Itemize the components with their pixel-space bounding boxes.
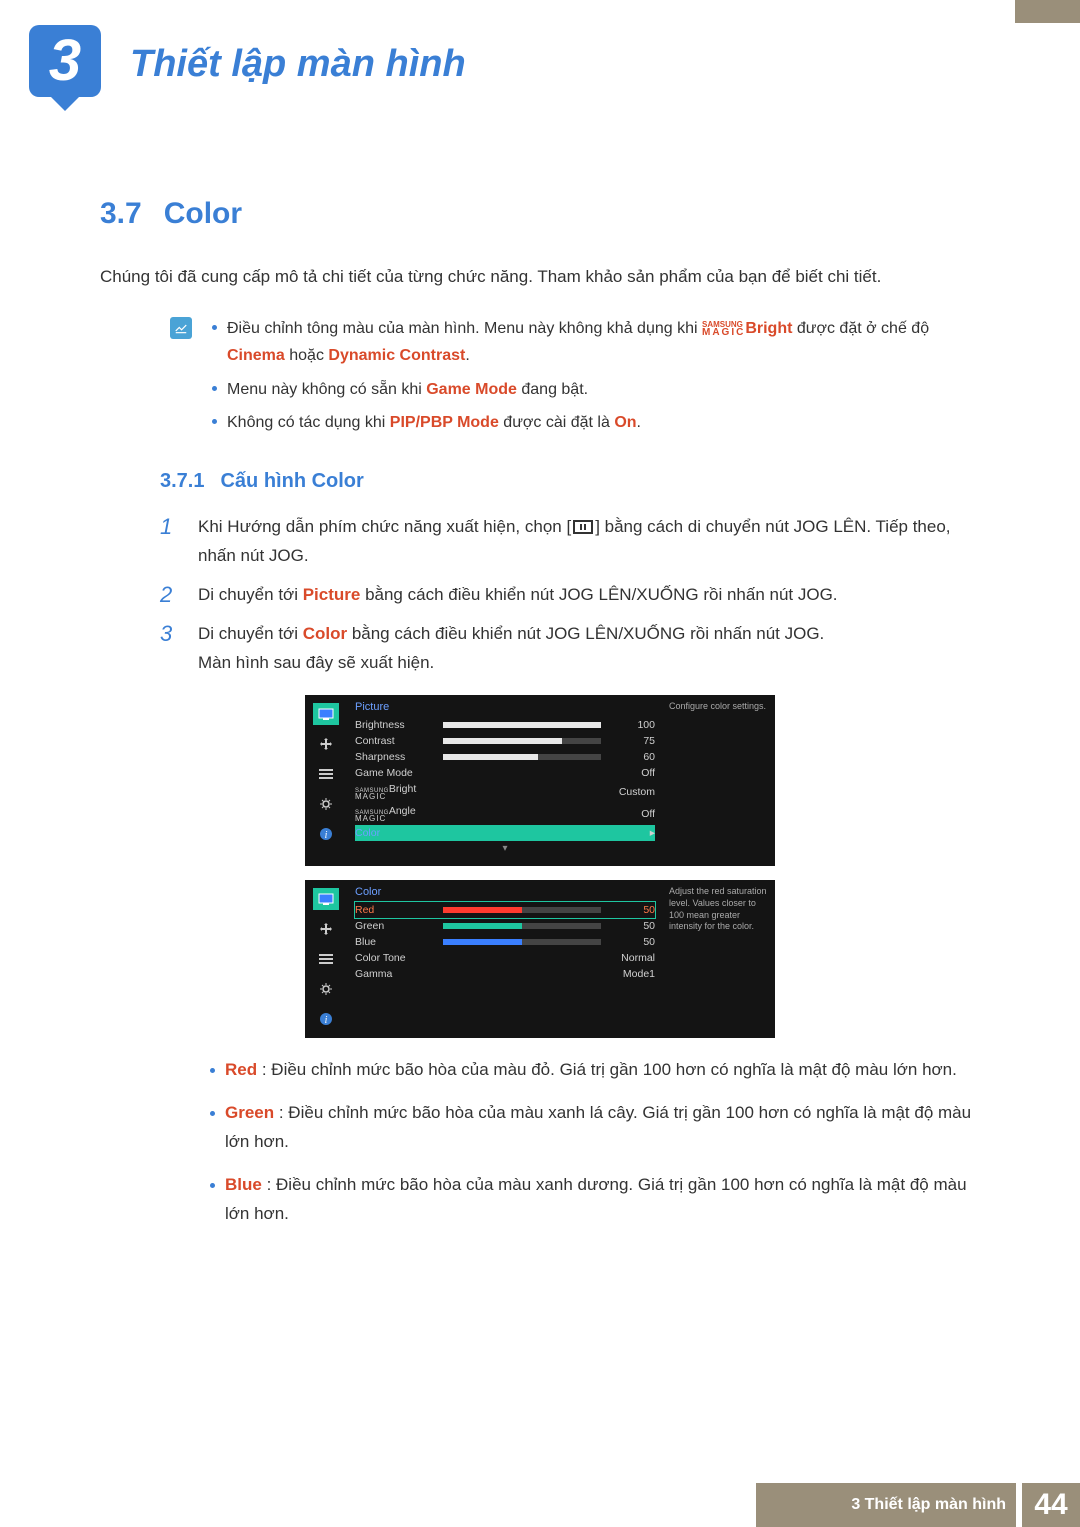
osd-nav-info-icon: i — [313, 823, 339, 845]
bullet-icon — [212, 325, 217, 330]
svg-text:i: i — [325, 830, 328, 841]
osd-row-sharpness: Sharpness 60 — [355, 749, 655, 765]
osd-hint: Adjust the red saturation level. Values … — [663, 880, 775, 1038]
subsection-title: Cấu hình Color — [220, 470, 363, 493]
osd-nav-picture-icon — [313, 888, 339, 910]
osd-row-contrast: Contrast 75 — [355, 733, 655, 749]
chapter-title: Thiết lập màn hình — [130, 25, 466, 86]
decorative-stripe — [1015, 0, 1080, 23]
osd-row-blue: Blue 50 — [355, 934, 655, 950]
osd-row-red: Red 50 — [355, 902, 655, 918]
osd-row-color-tone: Color Tone Normal — [355, 950, 655, 966]
osd-nav-move-icon — [313, 918, 339, 940]
chapter-header: 3 Thiết lập màn hình — [0, 0, 1080, 97]
samsung-magic-icon: SAMSUNGMAGIC — [702, 321, 745, 337]
slider — [443, 907, 601, 913]
section-title: Color — [164, 197, 242, 231]
svg-text:i: i — [325, 1015, 328, 1026]
osd-row-green: Green 50 — [355, 918, 655, 934]
osd-panel-picture: i Picture Brightness 100 Contrast 75 Sha… — [305, 695, 775, 866]
step-body: Di chuyển tới Picture bằng cách điều khi… — [198, 581, 980, 610]
bullet-icon — [212, 419, 217, 424]
osd-nav-gear-icon — [313, 978, 339, 1000]
step-number: 2 — [160, 581, 180, 610]
osd-hint: Configure color settings. — [663, 695, 775, 866]
osd-row-magic-angle: SAMSUNGMAGICAngle Off — [355, 803, 655, 825]
step-body: Di chuyển tới Color bằng cách điều khiển… — [198, 620, 980, 678]
bullet-icon — [210, 1068, 215, 1073]
osd-row-brightness: Brightness 100 — [355, 717, 655, 733]
osd-title: Color — [355, 886, 655, 898]
section-heading: 3.7 Color — [100, 197, 980, 231]
slider — [443, 722, 601, 728]
note-item: Menu này không có sẵn khi Game Mode đang… — [227, 376, 588, 403]
section-number: 3.7 — [100, 197, 142, 231]
note-list: Điều chỉnh tông màu của màn hình. Menu n… — [212, 315, 980, 442]
footer-chapter: 3 Thiết lập màn hình — [756, 1483, 1016, 1527]
subsection-number: 3.7.1 — [160, 470, 204, 493]
menu-icon — [573, 520, 593, 534]
step-number: 3 — [160, 620, 180, 678]
subsection-heading: 3.7.1 Cấu hình Color — [160, 470, 980, 493]
desc-item: Blue : Điều chỉnh mức bão hòa của màu xa… — [225, 1171, 980, 1229]
osd-nav-list-icon — [313, 948, 339, 970]
slider — [443, 754, 601, 760]
note-icon — [170, 317, 192, 339]
osd-nav-move-icon — [313, 733, 339, 755]
slider — [443, 939, 601, 945]
arrow-right-icon: ▸ — [607, 827, 655, 839]
page-number: 44 — [1022, 1483, 1080, 1527]
note-item: Điều chỉnh tông màu của màn hình. Menu n… — [227, 315, 980, 369]
intro-paragraph: Chúng tôi đã cung cấp mô tả chi tiết của… — [100, 263, 980, 290]
chapter-number-badge: 3 — [29, 25, 101, 97]
color-descriptions: Red : Điều chỉnh mức bão hòa của màu đỏ.… — [100, 1056, 980, 1228]
step-body: Khi Hướng dẫn phím chức năng xuất hiện, … — [198, 513, 980, 571]
osd-row-gamma: Gamma Mode1 — [355, 966, 655, 982]
osd-nav: i — [305, 695, 347, 866]
osd-nav-picture-icon — [313, 703, 339, 725]
osd-nav-list-icon — [313, 763, 339, 785]
bullet-icon — [212, 386, 217, 391]
info-note: Điều chỉnh tông màu của màn hình. Menu n… — [100, 315, 980, 442]
note-item: Không có tác dụng khi PIP/PBP Mode được … — [227, 409, 641, 436]
bullet-icon — [210, 1111, 215, 1116]
osd-panel-color: i Color Red 50 Green 50 Blue 50 — [305, 880, 775, 1038]
slider — [443, 923, 601, 929]
steps-list: 1 Khi Hướng dẫn phím chức năng xuất hiện… — [100, 513, 980, 677]
osd-settings: Color Red 50 Green 50 Blue 50 Colo — [347, 880, 663, 1038]
desc-item: Red : Điều chỉnh mức bão hòa của màu đỏ.… — [225, 1056, 957, 1085]
osd-title: Picture — [355, 701, 655, 713]
osd-nav-gear-icon — [313, 793, 339, 815]
bullet-icon — [210, 1183, 215, 1188]
arrow-down-icon: ▾ — [355, 843, 655, 854]
osd-nav: i — [305, 880, 347, 1038]
osd-screenshots: i Picture Brightness 100 Contrast 75 Sha… — [305, 695, 775, 1038]
osd-settings: Picture Brightness 100 Contrast 75 Sharp… — [347, 695, 663, 866]
step-number: 1 — [160, 513, 180, 571]
osd-nav-info-icon: i — [313, 1008, 339, 1030]
slider — [443, 738, 601, 744]
osd-row-magic-bright: SAMSUNGMAGICBright Custom — [355, 781, 655, 803]
main-content: 3.7 Color Chúng tôi đã cung cấp mô tả ch… — [0, 97, 1080, 1229]
osd-row-game-mode: Game Mode Off — [355, 765, 655, 781]
osd-row-color: Color ▸ — [355, 825, 655, 841]
desc-item: Green : Điều chỉnh mức bão hòa của màu x… — [225, 1099, 980, 1157]
footer: 3 Thiết lập màn hình 44 — [0, 1483, 1080, 1527]
